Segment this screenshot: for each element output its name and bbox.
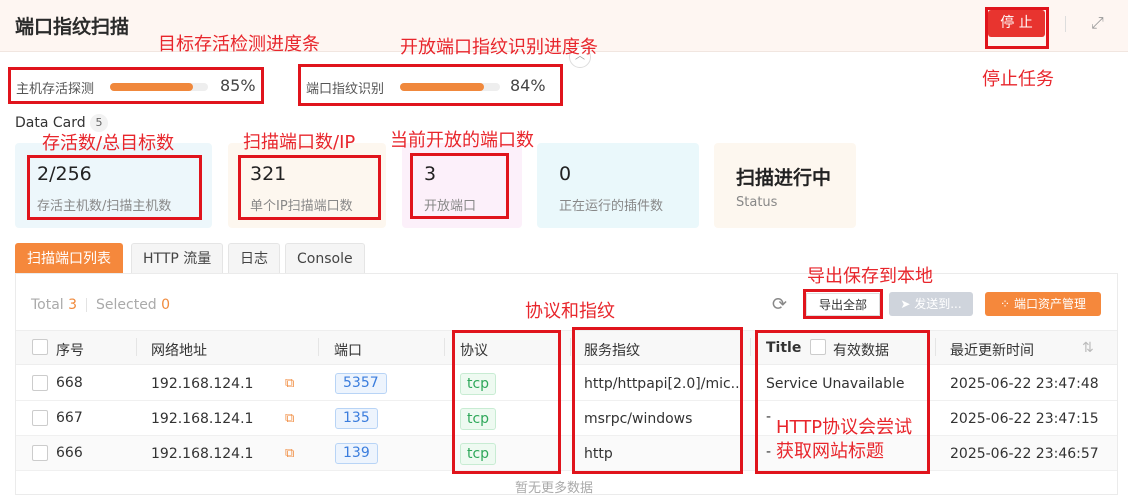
col-header-address: 网络地址 bbox=[151, 343, 207, 359]
annotation-box bbox=[803, 289, 883, 319]
col-header-id: 序号 bbox=[56, 343, 84, 359]
annotation-alive-count: 存活数/总目标数 bbox=[42, 133, 175, 154]
row-checkbox[interactable] bbox=[32, 410, 48, 426]
refresh-icon[interactable]: ⟳ bbox=[772, 294, 787, 315]
col-divider bbox=[444, 338, 445, 356]
grid-icon: ⁘ bbox=[1000, 297, 1011, 311]
tab-logs[interactable]: 日志 bbox=[228, 243, 280, 273]
annotation-open-ports: 当前开放的端口数 bbox=[390, 130, 534, 151]
card-running-plugins: 0 正在运行的插件数 bbox=[537, 143, 699, 228]
tab-scan-port-list[interactable]: 扫描端口列表 bbox=[15, 243, 123, 273]
selected-count: Selected 0 bbox=[96, 297, 170, 313]
row-port-tag: 139 bbox=[335, 443, 378, 464]
send-icon: ➤ bbox=[900, 297, 911, 311]
port-asset-manage-label: 端口资产管理 bbox=[1013, 297, 1086, 311]
send-to-label: 发送到... bbox=[914, 297, 962, 311]
total-label: Total bbox=[31, 297, 64, 313]
copy-icon[interactable]: ⧉ bbox=[285, 376, 294, 391]
row-updated-time: 2025-06-22 23:46:57 bbox=[950, 446, 1099, 462]
page-title: 端口指纹扫描 bbox=[15, 16, 130, 38]
row-id: 667 bbox=[56, 410, 83, 426]
annotation-export: 导出保存到本地 bbox=[807, 266, 933, 287]
tab-http-traffic[interactable]: HTTP 流量 bbox=[131, 243, 224, 273]
col-header-port: 端口 bbox=[334, 343, 362, 359]
card-running-plugins-desc: 正在运行的插件数 bbox=[559, 199, 664, 214]
row-checkbox[interactable] bbox=[32, 445, 48, 461]
expand-icon[interactable]: ⤢ bbox=[1091, 13, 1104, 33]
copy-icon[interactable]: ⧉ bbox=[285, 411, 294, 426]
total-value: 3 bbox=[68, 297, 78, 313]
annotation-http-title-line2: 获取网站标题 bbox=[776, 441, 884, 462]
col-header-updated-time: 最近更新时间 bbox=[950, 343, 1034, 359]
row-port-tag: 5357 bbox=[335, 373, 387, 394]
sort-icon[interactable]: ⇅ bbox=[1082, 340, 1094, 356]
annotation-box bbox=[8, 67, 264, 104]
total-count: Total 3 bbox=[31, 297, 77, 313]
copy-icon[interactable]: ⧉ bbox=[285, 446, 294, 461]
annotation-http-title-line1: HTTP协议会尝试 bbox=[776, 417, 913, 438]
port-asset-manage-button[interactable]: ⁘ 端口资产管理 bbox=[985, 292, 1101, 316]
header-divider bbox=[1065, 16, 1066, 32]
card-status-desc: Status bbox=[736, 195, 778, 210]
annotation-protocol-fingerprint: 协议和指纹 bbox=[525, 301, 615, 322]
annotation-ports-per-ip: 扫描端口数/IP bbox=[243, 132, 356, 153]
col-divider bbox=[318, 338, 319, 356]
row-updated-time: 2025-06-22 23:47:15 bbox=[950, 411, 1099, 427]
row-ip: 192.168.124.1 bbox=[151, 376, 254, 392]
col-divider bbox=[750, 338, 751, 356]
send-to-button[interactable]: ➤ 发送到... bbox=[889, 292, 973, 316]
annotation-box bbox=[410, 153, 509, 219]
selected-value: 0 bbox=[161, 297, 171, 313]
annotation-box bbox=[985, 7, 1049, 49]
annotation-box bbox=[452, 330, 561, 474]
no-more-data-text: 暂无更多数据 bbox=[515, 481, 594, 495]
annotation-port-progress: 开放端口指纹识别进度条 bbox=[400, 37, 598, 58]
count-divider bbox=[86, 298, 87, 312]
tab-console[interactable]: Console bbox=[285, 243, 365, 273]
select-all-checkbox[interactable] bbox=[32, 339, 48, 355]
annotation-box bbox=[238, 155, 381, 220]
row-ip: 192.168.124.1 bbox=[151, 446, 254, 462]
annotation-box bbox=[298, 64, 563, 106]
annotation-host-progress: 目标存活检测进度条 bbox=[158, 34, 320, 55]
col-divider bbox=[570, 338, 571, 356]
selected-label: Selected bbox=[96, 297, 157, 313]
annotation-box bbox=[572, 327, 743, 474]
row-port-tag: 135 bbox=[335, 408, 378, 429]
annotation-stop-task: 停止任务 bbox=[982, 69, 1054, 90]
col-divider bbox=[136, 338, 137, 356]
card-status: 扫描进行中 Status bbox=[714, 143, 856, 228]
row-checkbox[interactable] bbox=[32, 375, 48, 391]
row-ip: 192.168.124.1 bbox=[151, 411, 254, 427]
row-id: 666 bbox=[56, 445, 83, 461]
card-status-value: 扫描进行中 bbox=[736, 167, 832, 189]
card-running-plugins-value: 0 bbox=[559, 163, 572, 185]
row-updated-time: 2025-06-22 23:47:48 bbox=[950, 376, 1099, 392]
col-divider bbox=[935, 338, 936, 356]
annotation-box bbox=[27, 155, 202, 220]
row-id: 668 bbox=[56, 375, 83, 391]
